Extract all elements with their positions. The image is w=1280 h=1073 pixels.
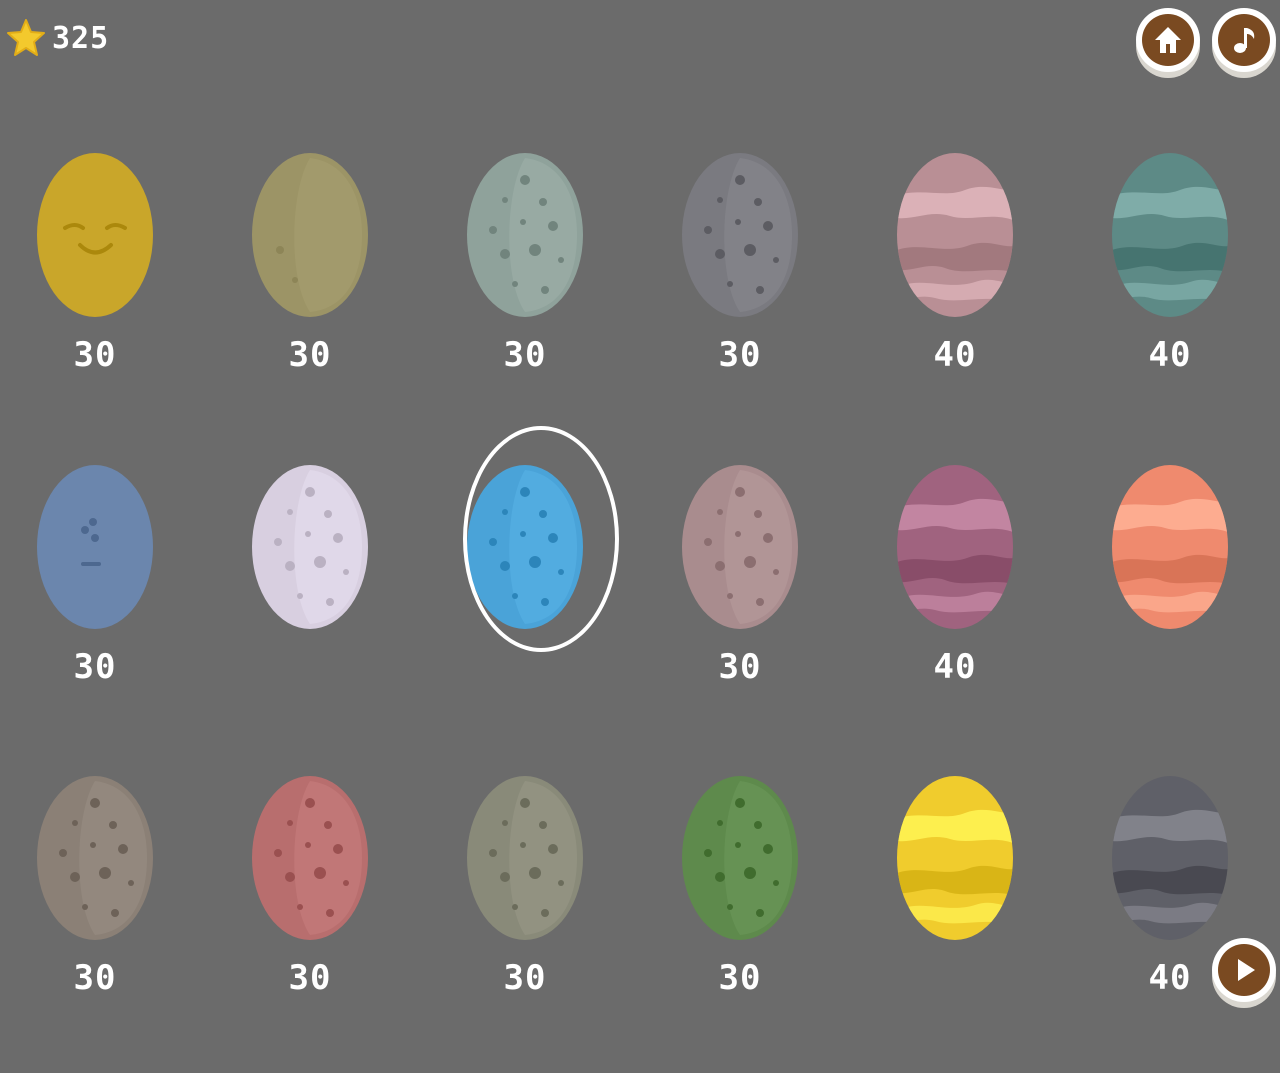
egg-cell: 30 xyxy=(650,462,830,762)
home-button[interactable] xyxy=(1136,8,1200,72)
egg-icon xyxy=(252,153,368,317)
egg-cell: 30 xyxy=(5,150,185,450)
egg-cell xyxy=(865,773,1045,1073)
egg-option-r1c2[interactable] xyxy=(250,150,370,320)
egg-option-r3c3[interactable] xyxy=(465,773,585,943)
egg-icon xyxy=(1112,776,1228,940)
music-button[interactable] xyxy=(1212,8,1276,72)
egg-cell: 40 xyxy=(865,462,1045,762)
egg-option-r3c5[interactable] xyxy=(895,773,1015,943)
egg-price: 30 xyxy=(718,958,762,998)
egg-option-r1c6[interactable] xyxy=(1110,150,1230,320)
egg-icon xyxy=(467,153,583,317)
egg-cell: 30 xyxy=(650,773,830,1073)
egg-cell: 30 xyxy=(5,462,185,762)
egg-icon xyxy=(1112,153,1228,317)
egg-cell xyxy=(435,426,619,762)
egg-cell xyxy=(1080,462,1260,762)
egg-option-r2c6[interactable] xyxy=(1110,462,1230,632)
egg-price: 30 xyxy=(503,958,547,998)
egg-icon xyxy=(897,776,1013,940)
play-button[interactable] xyxy=(1212,938,1276,1002)
egg-icon xyxy=(467,776,583,940)
egg-option-r1c5[interactable] xyxy=(895,150,1015,320)
egg-icon xyxy=(897,153,1013,317)
egg-cell: 40 xyxy=(865,150,1045,450)
egg-option-r3c4[interactable] xyxy=(680,773,800,943)
egg-price: 30 xyxy=(73,647,117,687)
egg-cell xyxy=(220,462,400,762)
egg-price: 30 xyxy=(718,335,762,375)
home-icon xyxy=(1155,27,1181,53)
egg-option-r2c2[interactable] xyxy=(250,462,370,632)
egg-price: 30 xyxy=(288,335,332,375)
egg-icon xyxy=(252,465,368,629)
score-display: 325 xyxy=(6,8,109,68)
egg-icon xyxy=(37,776,153,940)
egg-price: 40 xyxy=(933,647,977,687)
egg-cell: 30 xyxy=(220,150,400,450)
egg-icon xyxy=(37,465,153,629)
egg-price: 30 xyxy=(718,647,762,687)
egg-cell: 30 xyxy=(435,150,615,450)
egg-option-r2c5[interactable] xyxy=(895,462,1015,632)
egg-price: 30 xyxy=(503,335,547,375)
egg-icon xyxy=(682,465,798,629)
egg-option-r3c1[interactable] xyxy=(35,773,155,943)
egg-icon xyxy=(252,776,368,940)
egg-icon xyxy=(682,776,798,940)
egg-option-r1c1[interactable] xyxy=(35,150,155,320)
score-value: 325 xyxy=(52,20,110,56)
egg-cell: 40 xyxy=(1080,773,1260,1073)
egg-price: 40 xyxy=(1148,335,1192,375)
star-icon xyxy=(7,19,45,56)
egg-icon xyxy=(682,153,798,317)
egg-option-r1c3[interactable] xyxy=(465,150,585,320)
egg-option-r2c4[interactable] xyxy=(680,462,800,632)
egg-icon xyxy=(37,153,153,317)
egg-option-r2c1[interactable] xyxy=(35,462,155,632)
egg-icon xyxy=(897,465,1013,629)
egg-cell: 30 xyxy=(220,773,400,1073)
egg-price: 30 xyxy=(288,958,332,998)
music-note-icon xyxy=(1234,28,1255,53)
egg-cell: 30 xyxy=(650,150,830,450)
egg-option-r2c3[interactable] xyxy=(463,426,619,652)
egg-option-r1c4[interactable] xyxy=(680,150,800,320)
egg-option-r3c2[interactable] xyxy=(250,773,370,943)
egg-price: 30 xyxy=(73,335,117,375)
egg-option-r3c6[interactable] xyxy=(1110,773,1230,943)
egg-cell: 30 xyxy=(5,773,185,1073)
egg-price: 30 xyxy=(73,958,117,998)
egg-price: 40 xyxy=(933,335,977,375)
egg-cell: 30 xyxy=(435,773,615,1073)
egg-icon xyxy=(1112,465,1228,629)
egg-icon xyxy=(467,465,583,629)
egg-cell: 40 xyxy=(1080,150,1260,450)
play-icon xyxy=(1238,959,1255,981)
